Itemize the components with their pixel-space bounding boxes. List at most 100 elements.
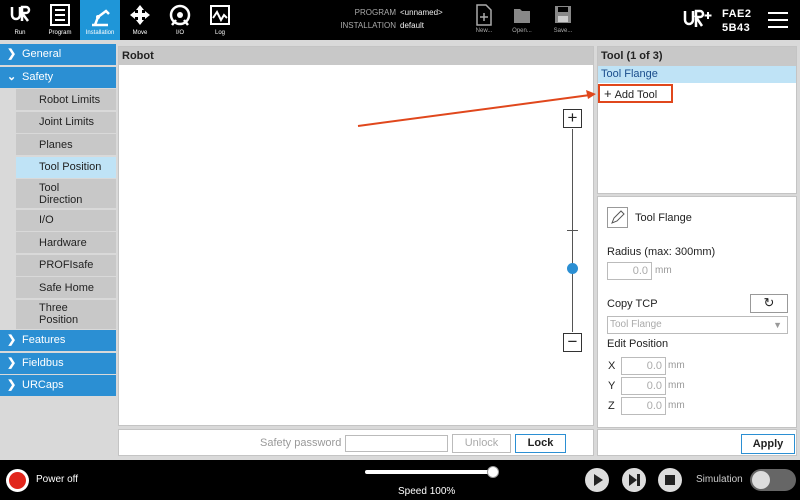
tool-config-panel: Tool Flange Radius (max: 300mm) 0.0 mm C…: [597, 196, 797, 428]
robot-name-line1: FAE2: [722, 8, 752, 20]
play-button[interactable]: [585, 468, 609, 492]
sidebar-item-three-position[interactable]: Three Position: [16, 299, 116, 329]
apply-bar: Apply: [597, 429, 797, 456]
installation-icon: [92, 9, 110, 27]
sidebar-section-fieldbus[interactable]: ❯ Fieldbus: [0, 352, 116, 374]
play-icon: [594, 474, 603, 486]
sidebar-item-label: Hardware: [39, 236, 87, 249]
program-name: <unnamed>: [400, 8, 443, 17]
move-icon: [130, 5, 150, 25]
tool-list-panel: Tool (1 of 3) Tool Flange + Add Tool: [597, 46, 797, 194]
power-status-label: Power off: [36, 474, 79, 485]
program-key: PROGRAM: [354, 8, 396, 17]
sidebar-section-safety[interactable]: ⌄ Safety: [0, 66, 116, 88]
robot-panel-title: Robot: [119, 47, 593, 65]
sidebar-section-urcaps[interactable]: ❯ URCaps: [0, 375, 116, 396]
sidebar-item-label: Robot Limits: [39, 93, 101, 106]
lock-button[interactable]: Lock: [515, 434, 566, 453]
radius-label: Radius (max: 300mm): [607, 246, 716, 258]
sidebar-item-label: Safe Home: [39, 281, 95, 294]
tool-list-item[interactable]: Tool Flange: [598, 66, 796, 83]
zoom-slider-handle[interactable]: [567, 263, 578, 274]
top-bar: Run Program Installation Move I/O Log PR…: [0, 0, 800, 40]
sidebar-section-general[interactable]: ❯ General: [0, 44, 116, 65]
robot-name: FAE2 5B43: [722, 7, 752, 35]
open-file-button[interactable]: Open...: [507, 2, 537, 38]
sidebar-item-joint-limits[interactable]: Joint Limits: [16, 111, 116, 133]
z-unit: mm: [668, 400, 685, 411]
plus-icon: +: [604, 86, 612, 101]
save-file-label: Save...: [553, 28, 573, 34]
sidebar-item-robot-limits[interactable]: Robot Limits: [16, 89, 116, 110]
rename-tool-button[interactable]: [607, 207, 628, 228]
sidebar-item-tool-position[interactable]: Tool Position: [16, 156, 116, 178]
step-button[interactable]: [622, 468, 646, 492]
sidebar-item-tool-direction[interactable]: Tool Direction: [16, 179, 116, 208]
stop-button[interactable]: [658, 468, 682, 492]
sidebar-item-planes[interactable]: Planes: [16, 134, 116, 155]
simulation-label: Simulation: [696, 474, 743, 485]
sidebar: ❯ General ⌄ Safety Robot Limits Joint Li…: [0, 44, 116, 398]
new-file-label: New...: [475, 28, 493, 34]
save-file-button[interactable]: Save...: [548, 2, 578, 38]
sidebar-item-label: Planes: [39, 138, 73, 151]
x-position-field[interactable]: 0.0: [621, 357, 666, 375]
chevron-right-icon: ❯: [7, 379, 17, 391]
sidebar-item-safe-home[interactable]: Safe Home: [16, 277, 116, 298]
hamburger-menu-icon[interactable]: [768, 12, 788, 28]
y-axis-label: Y: [608, 380, 616, 392]
power-icon: [9, 472, 26, 489]
nav-installation-button[interactable]: Installation: [80, 0, 120, 40]
annotation-arrow: [357, 90, 596, 127]
unlock-button[interactable]: Unlock: [452, 434, 511, 453]
new-file-button[interactable]: New...: [469, 2, 499, 38]
power-button[interactable]: [6, 469, 29, 492]
add-tool-button[interactable]: + Add Tool: [598, 84, 673, 103]
simulation-toggle[interactable]: [750, 469, 796, 491]
tcp-select[interactable]: Tool Flange ▼: [607, 316, 788, 334]
ur-logo-icon: [10, 5, 31, 22]
robot-name-line2: 5B43: [722, 22, 751, 34]
safety-password-input[interactable]: [345, 435, 448, 452]
sidebar-section-label: Features: [22, 334, 66, 346]
zoom-slider-tick: [567, 230, 578, 231]
z-position-field[interactable]: 0.0: [621, 397, 666, 415]
installation-key: INSTALLATION: [340, 21, 396, 30]
apply-button[interactable]: Apply: [741, 434, 795, 454]
sidebar-item-hardware[interactable]: Hardware: [16, 232, 116, 253]
zoom-out-button[interactable]: −: [563, 333, 582, 352]
tool-list-title: Tool (1 of 3): [598, 47, 796, 66]
stop-icon: [665, 475, 675, 485]
nav-program-label: Program: [48, 30, 72, 36]
sidebar-item-io[interactable]: I/O: [16, 209, 116, 231]
radius-unit: mm: [655, 265, 672, 276]
open-folder-icon: [514, 9, 530, 23]
sidebar-item-profisafe[interactable]: PROFIsafe: [16, 254, 116, 276]
y-position-field[interactable]: 0.0: [621, 377, 666, 395]
open-file-label: Open...: [512, 28, 532, 34]
speed-slider-handle[interactable]: [487, 466, 499, 478]
refresh-icon: ↻: [763, 295, 775, 310]
z-axis-label: Z: [608, 400, 615, 412]
add-tool-label: Add Tool: [614, 89, 658, 101]
nav-run-button[interactable]: Run: [0, 0, 40, 40]
sidebar-item-label: Tool Direction: [39, 181, 83, 206]
toggle-knob: [752, 471, 770, 489]
nav-move-button[interactable]: Move: [120, 0, 160, 40]
nav-log-button[interactable]: Log: [200, 0, 240, 40]
program-icon: [50, 4, 70, 26]
sidebar-item-label: Three Position: [39, 302, 79, 326]
speed-label: Speed 100%: [398, 486, 456, 497]
nav-io-button[interactable]: I/O: [160, 0, 200, 40]
copy-tcp-button[interactable]: ↻: [750, 294, 788, 313]
sidebar-item-label: Tool Position: [39, 161, 102, 173]
installation-name: default: [400, 21, 425, 30]
sidebar-section-features[interactable]: ❯ Features: [0, 330, 116, 351]
radius-field[interactable]: 0.0: [607, 262, 652, 280]
program-info: PROGRAM <unnamed> INSTALLATION default: [320, 6, 443, 32]
x-axis-label: X: [608, 360, 616, 372]
sidebar-section-label: Fieldbus: [22, 356, 64, 369]
sidebar-item-label: PROFIsafe: [39, 259, 94, 271]
nav-program-button[interactable]: Program: [40, 0, 80, 40]
speed-slider-track[interactable]: [365, 470, 493, 474]
